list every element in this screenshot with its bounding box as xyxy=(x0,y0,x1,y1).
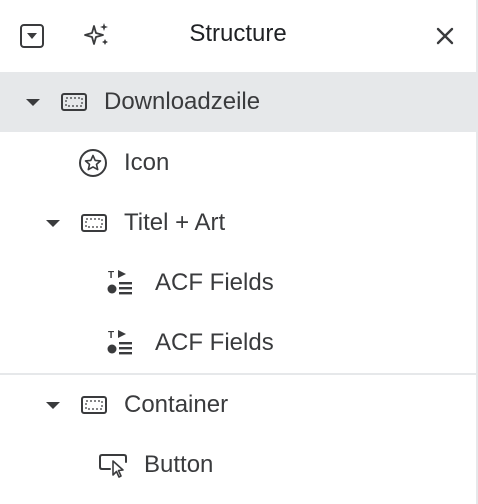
close-icon xyxy=(436,27,454,45)
tree-item-label: Icon xyxy=(124,149,170,176)
svg-text:T: T xyxy=(108,270,114,281)
star-icon xyxy=(78,148,108,178)
tree-item-acf-fields[interactable]: T ACF Fields xyxy=(0,313,476,373)
tree-item-container[interactable]: Container xyxy=(0,375,476,435)
tree-item-label: Titel + Art xyxy=(124,209,226,236)
expand-caret-icon[interactable] xyxy=(44,214,62,232)
button-icon xyxy=(98,453,130,479)
tree-item-acf-fields[interactable]: T ACF Fields xyxy=(0,253,476,313)
tree-item-label: Container xyxy=(124,391,229,418)
tree-item-icon[interactable]: Icon xyxy=(0,133,476,193)
acf-fields-icon: T xyxy=(106,328,134,358)
close-button[interactable] xyxy=(432,23,458,49)
panel-title: Structure xyxy=(189,20,287,47)
tree-item-button[interactable]: Button xyxy=(0,435,476,495)
container-icon xyxy=(80,395,108,415)
tree-item-label: Downloadzeile xyxy=(104,88,261,115)
tree-item-label: ACF Fields xyxy=(155,269,274,296)
expand-caret-icon[interactable] xyxy=(24,93,42,111)
acf-fields-icon: T xyxy=(106,268,134,298)
tree-item-label: ACF Fields xyxy=(155,329,274,356)
structure-header: Structure xyxy=(0,0,476,70)
container-icon xyxy=(80,213,108,233)
tree-item-downloadzeile[interactable]: Downloadzeile xyxy=(0,72,476,132)
tree-item-titel-art[interactable]: Titel + Art xyxy=(0,193,476,253)
svg-text:T: T xyxy=(108,330,114,341)
tree-item-label: Button xyxy=(144,451,214,478)
expand-caret-icon[interactable] xyxy=(44,396,62,414)
container-icon xyxy=(60,92,88,112)
